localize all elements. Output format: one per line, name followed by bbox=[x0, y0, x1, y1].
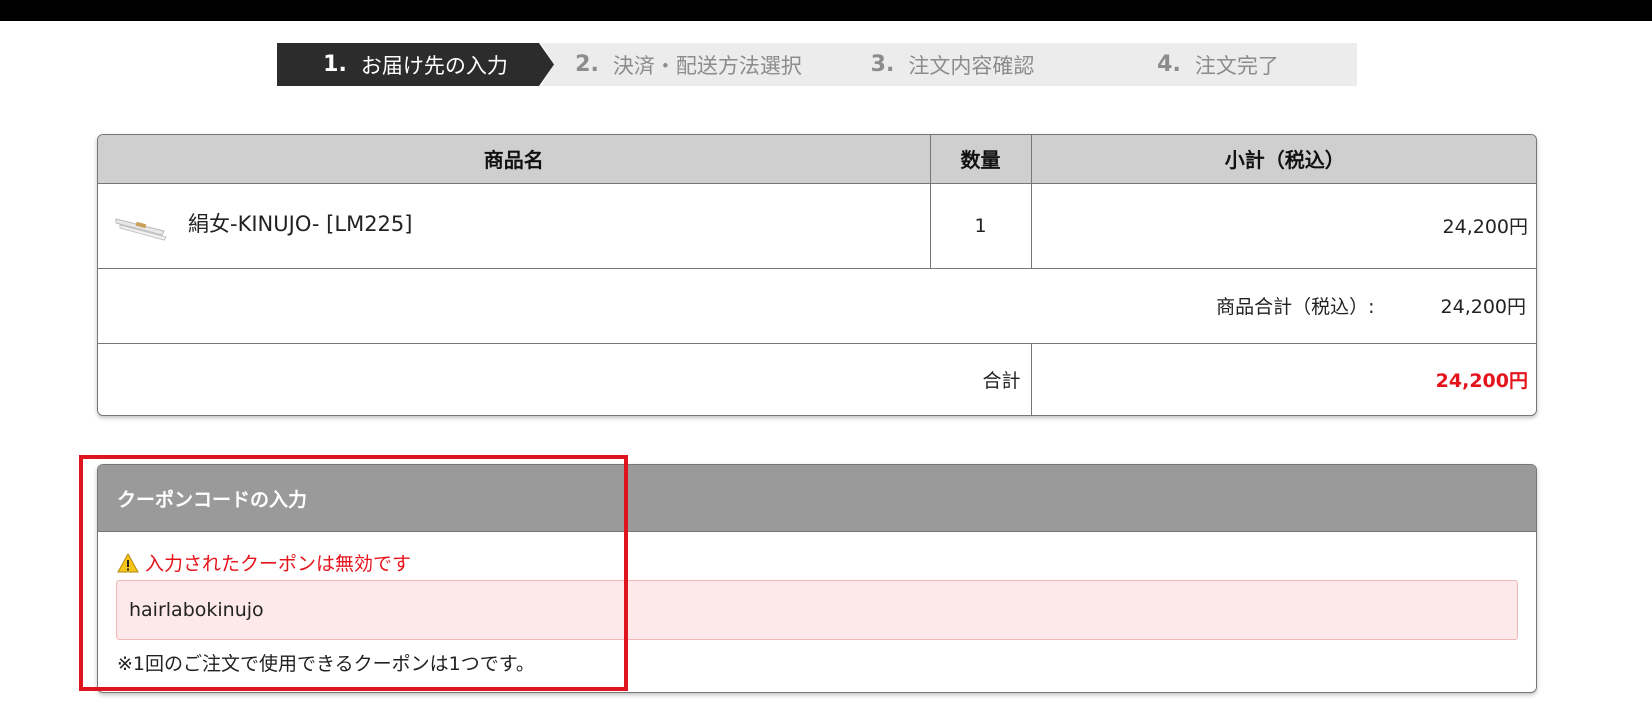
subtotal-value: 24,200円 bbox=[1440, 296, 1526, 318]
quantity-value: 1 bbox=[930, 182, 1032, 268]
coupon-note: ※1回のご注文で使用できるクーポンは1つです。 bbox=[117, 653, 535, 675]
header-quantity: 数量 bbox=[930, 135, 1032, 184]
top-bar bbox=[0, 0, 1652, 21]
step-number: 1. bbox=[323, 52, 347, 77]
step-number: 4. bbox=[1157, 52, 1181, 77]
total-label: 合計 bbox=[98, 342, 1032, 415]
warning-icon bbox=[117, 552, 139, 573]
coupon-error-message: 入力されたクーポンは無効です bbox=[117, 549, 411, 576]
step-label: お届け先の入力 bbox=[360, 53, 508, 78]
subtotal-label: 商品合計（税込）: bbox=[1216, 296, 1375, 318]
error-text: 入力されたクーポンは無効です bbox=[145, 553, 412, 575]
step-label: 注文完了 bbox=[1194, 53, 1279, 78]
subtotal-row: 商品合計（税込）: 24,200円 bbox=[98, 267, 1536, 343]
step-order-confirm: 3. 注文内容確認 bbox=[810, 43, 1095, 86]
coupon-code-input[interactable] bbox=[116, 580, 1518, 640]
step-number: 3. bbox=[870, 52, 895, 77]
header-subtotal: 小計（税込） bbox=[1031, 135, 1536, 184]
checkout-steps: 1. お届け先の入力 2. 決済・配送方法選択 3. 注文内容確認 4. 注文完… bbox=[277, 43, 1357, 86]
total-row: 合計 24,200円 bbox=[98, 342, 1536, 415]
step-label: 決済・配送方法選択 bbox=[612, 53, 802, 78]
total-value: 24,200円 bbox=[1031, 342, 1536, 415]
step-number: 2. bbox=[575, 52, 599, 77]
step-label: 注文内容確認 bbox=[908, 53, 1035, 78]
item-price: 24,200円 bbox=[1031, 182, 1536, 268]
product-name[interactable]: 絹女-KINUJO- [LM225] bbox=[188, 208, 412, 238]
coupon-section: クーポンコードの入力 入力されたクーポンは無効です ※1回のご注文で使用できるク… bbox=[97, 464, 1537, 693]
coupon-title: クーポンコードの入力 bbox=[98, 465, 1536, 532]
step-order-complete: 4. 注文完了 bbox=[1079, 43, 1357, 86]
table-row: 絹女-KINUJO- [LM225] 1 24,200円 bbox=[98, 182, 1536, 268]
cart-table: 商品名 数量 小計（税込） 絹女-KINUJO- [LM225] 1 24,20… bbox=[97, 134, 1537, 416]
step-delivery-address: 1. お届け先の入力 bbox=[277, 43, 554, 86]
step-payment-shipping: 2. 決済・配送方法選択 bbox=[541, 43, 826, 86]
hair-iron-thumbnail[interactable] bbox=[114, 209, 168, 243]
header-product: 商品名 bbox=[98, 135, 931, 184]
product-cell: 絹女-KINUJO- [LM225] bbox=[98, 182, 931, 268]
